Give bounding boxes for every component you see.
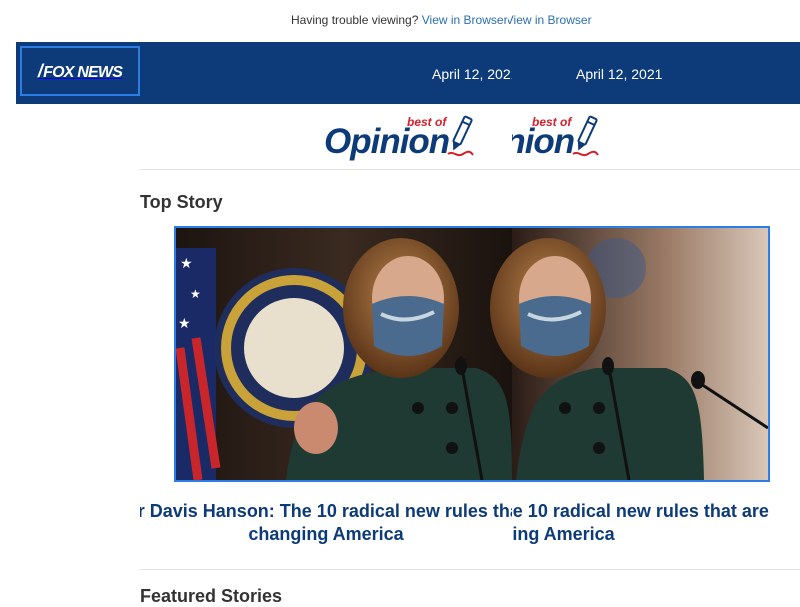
fox-news-logo[interactable]: /FOX NEWS	[20, 46, 140, 96]
svg-text:★: ★	[180, 256, 193, 272]
divider	[140, 169, 800, 170]
top-story-image[interactable]: ★ ★ ★	[174, 226, 770, 482]
top-story-headline-duplicate[interactable]: Victor Davis Hanson: The 10 radical new …	[512, 500, 800, 548]
trouble-viewing-notice-duplicate: Having trouble viewing? View in Browser	[508, 13, 800, 29]
header-date-duplicate: April 12, 2021	[576, 66, 663, 82]
top-story-title: Top Story	[140, 192, 223, 212]
top-story-headline[interactable]: Victor Davis Hanson: The 10 radical new …	[140, 500, 512, 548]
view-in-browser-link[interactable]: View in Browser	[422, 13, 508, 27]
opinion-word: Opinion	[324, 122, 450, 161]
featured-stories-title: Featured Stories	[140, 586, 283, 606]
header-bar: /FOX NEWS April 12, 2021 April 12, 2021	[16, 42, 800, 104]
pen-icon	[572, 115, 599, 157]
logo-text: /FOX NEWS	[37, 60, 123, 81]
opinion-word: Opinion	[512, 122, 575, 161]
best-of-opinion-logo-duplicate: best of Opinion	[512, 114, 622, 166]
svg-text:★: ★	[190, 287, 201, 301]
trouble-text: Having trouble viewing?	[291, 13, 419, 27]
best-of-opinion-logo: best of Opinion	[323, 114, 475, 166]
svg-text:★: ★	[178, 316, 191, 332]
pen-icon	[447, 115, 474, 157]
headline-text: Victor Davis Hanson: The 10 radical new …	[140, 501, 512, 544]
header-date: April 12, 2021	[432, 66, 512, 82]
top-story-photo: ★ ★ ★	[176, 228, 768, 480]
view-in-browser-link[interactable]: View in Browser	[508, 13, 592, 27]
headline-text: Victor Davis Hanson: The 10 radical new …	[512, 501, 769, 544]
trouble-viewing-notice: Having trouble viewing? View in Browser	[291, 13, 513, 29]
divider	[140, 569, 800, 570]
